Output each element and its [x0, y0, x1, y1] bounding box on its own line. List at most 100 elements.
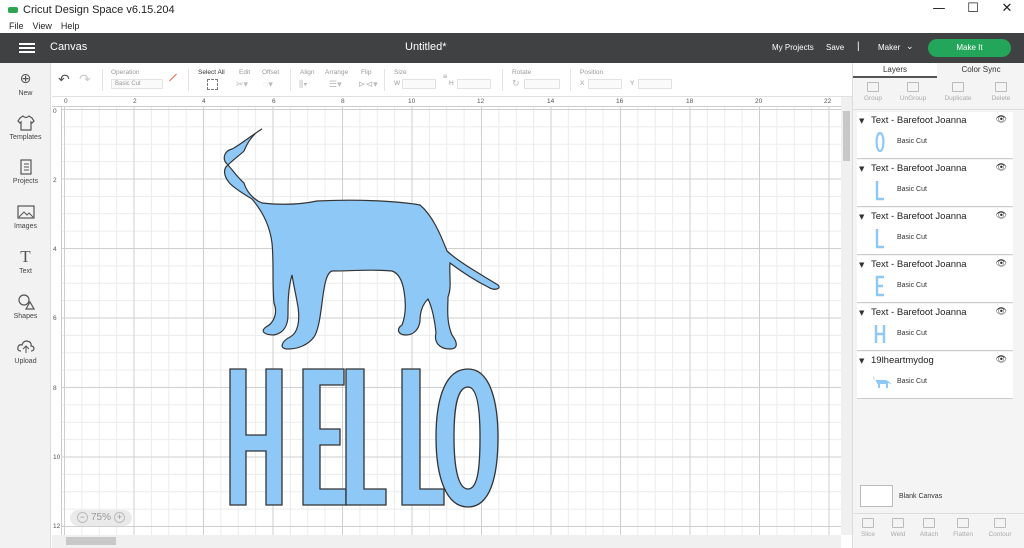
vertical-scrollbar[interactable] [841, 97, 852, 535]
blank-canvas-swatch[interactable] [860, 485, 893, 507]
group-button[interactable]: Group [853, 82, 893, 102]
eye-icon[interactable]: 👁︎ [996, 259, 1007, 269]
my-projects-link[interactable]: My Projects [772, 43, 814, 52]
zoom-in-button[interactable]: + [114, 512, 125, 523]
x-position-input[interactable] [588, 79, 622, 89]
weld-icon [892, 518, 904, 528]
toolbar-divider [570, 69, 571, 91]
align-icon[interactable]: ⫼▾ [299, 79, 308, 90]
eye-icon[interactable]: 👁︎ [996, 163, 1007, 173]
scrollbar-thumb[interactable] [843, 111, 850, 161]
sidebar-item-templates[interactable]: Templates [0, 115, 51, 141]
layer-operation: Basic Cut [897, 186, 927, 193]
rotate-label: Rotate [512, 69, 532, 76]
layer-item[interactable]: ▼ Text - Barefoot Joanna 👁︎ Basic Cut [857, 256, 1013, 303]
chevron-down-icon[interactable]: ⌄ [906, 41, 914, 52]
eye-icon[interactable]: 👁︎ [996, 307, 1007, 317]
tab-layers[interactable]: Layers [853, 63, 937, 78]
offset-icon[interactable]: ◌▾ [263, 79, 273, 90]
layer-thumbnail-h [874, 325, 886, 343]
collapse-caret-icon[interactable]: ▼ [859, 117, 864, 125]
height-input[interactable] [457, 79, 491, 89]
letter-e[interactable] [302, 368, 347, 506]
delete-button[interactable]: Delete [981, 82, 1021, 102]
ruler-tick: 2 [133, 98, 137, 105]
shapes-icon [17, 294, 35, 310]
redo-icon[interactable]: ↷ [79, 72, 91, 88]
layer-item[interactable]: ▼ Text - Barefoot Joanna 👁︎ Basic Cut [857, 160, 1013, 207]
hamburger-menu-icon[interactable] [19, 43, 35, 53]
horizontal-scrollbar[interactable] [52, 535, 841, 548]
menu-help[interactable]: Help [61, 20, 80, 33]
maximize-button[interactable]: ☐ [956, 0, 990, 20]
collapse-caret-icon[interactable]: ▼ [859, 309, 864, 317]
save-link[interactable]: Save [826, 43, 844, 52]
pen-color-icon[interactable] [169, 73, 177, 82]
flatten-button[interactable]: Flatten [943, 518, 983, 538]
sidebar-item-projects[interactable]: Projects [0, 159, 51, 185]
dog-silhouette[interactable] [223, 128, 500, 350]
align-label[interactable]: Align [300, 69, 314, 76]
operation-select[interactable]: Basic Cut [111, 79, 163, 89]
arrange-icon[interactable]: ☰▾ [329, 79, 342, 90]
ruler-tick: 8 [341, 98, 345, 105]
eye-icon[interactable]: 👁︎ [996, 115, 1007, 125]
letter-h[interactable] [229, 368, 283, 506]
select-all-label[interactable]: Select All [198, 69, 225, 76]
sidebar-item-text[interactable]: T Text [0, 248, 51, 275]
menu-view[interactable]: View [33, 20, 52, 33]
layer-item[interactable]: ▼ Text - Barefoot Joanna 👁︎ Basic Cut [857, 304, 1013, 351]
scissors-icon[interactable]: ✂▾ [236, 79, 248, 90]
collapse-caret-icon[interactable]: ▼ [859, 165, 864, 173]
blank-canvas-row[interactable]: Blank Canvas [853, 483, 1024, 517]
layer-item[interactable]: ▼ Text - Barefoot Joanna 👁︎ Basic Cut [857, 112, 1013, 159]
offset-label[interactable]: Offset [262, 69, 279, 76]
layer-item[interactable]: ▼ Text - Barefoot Joanna 👁︎ Basic Cut [857, 208, 1013, 255]
ungroup-button[interactable]: UnGroup [893, 82, 933, 102]
letter-l-1[interactable] [345, 368, 387, 506]
letter-o[interactable] [435, 368, 499, 508]
select-all-icon[interactable] [207, 79, 218, 90]
width-input[interactable] [402, 79, 436, 89]
flip-icon[interactable]: ⊳⊲▾ [358, 79, 378, 90]
rotate-input[interactable] [524, 79, 560, 89]
menu-file[interactable]: File [9, 20, 24, 33]
width-label: W [394, 80, 401, 87]
layer-item[interactable]: ▼ 19lheartmydog 👁︎ Basic Cut [857, 352, 1013, 399]
edit-label[interactable]: Edit [239, 69, 250, 76]
arrange-label[interactable]: Arrange [325, 69, 348, 76]
scrollbar-thumb[interactable] [66, 537, 116, 545]
sidebar-item-images[interactable]: Images [0, 204, 51, 230]
operation-label: Operation [111, 69, 140, 76]
size-label: Size [394, 69, 407, 76]
ruler-tick: 6 [53, 315, 57, 322]
contour-button[interactable]: Contour [980, 518, 1020, 538]
flatten-icon [957, 518, 969, 528]
lock-icon[interactable]: 🔒︎ [443, 71, 447, 81]
eye-icon[interactable]: 👁︎ [996, 211, 1007, 221]
minimize-button[interactable]: — [922, 0, 956, 20]
weld-label: Weld [890, 531, 906, 538]
sidebar-item-label: Upload [14, 358, 37, 365]
make-it-button[interactable]: Make It [928, 39, 1011, 57]
tab-color-sync[interactable]: Color Sync [937, 63, 1024, 78]
height-label: H [449, 80, 454, 87]
design-canvas[interactable] [62, 107, 841, 535]
sidebar-item-new[interactable]: ⊕ New [0, 71, 51, 97]
layer-operation: Basic Cut [897, 282, 927, 289]
flip-label[interactable]: Flip [361, 69, 371, 76]
ruler-tick: 10 [408, 98, 416, 105]
duplicate-button[interactable]: Duplicate [938, 82, 978, 102]
collapse-caret-icon[interactable]: ▼ [859, 261, 864, 269]
sidebar-item-upload[interactable]: Upload [0, 339, 51, 365]
sidebar-item-label: Text [19, 268, 32, 275]
sidebar-item-shapes[interactable]: Shapes [0, 294, 51, 320]
collapse-caret-icon[interactable]: ▼ [859, 357, 864, 365]
close-button[interactable]: ✕ [990, 0, 1024, 20]
machine-selector[interactable]: Maker [878, 43, 900, 52]
zoom-out-button[interactable]: − [76, 512, 88, 523]
eye-icon[interactable]: 👁︎ [996, 355, 1007, 365]
collapse-caret-icon[interactable]: ▼ [859, 213, 864, 221]
undo-icon[interactable]: ↶ [58, 72, 70, 88]
y-position-input[interactable] [638, 79, 672, 89]
